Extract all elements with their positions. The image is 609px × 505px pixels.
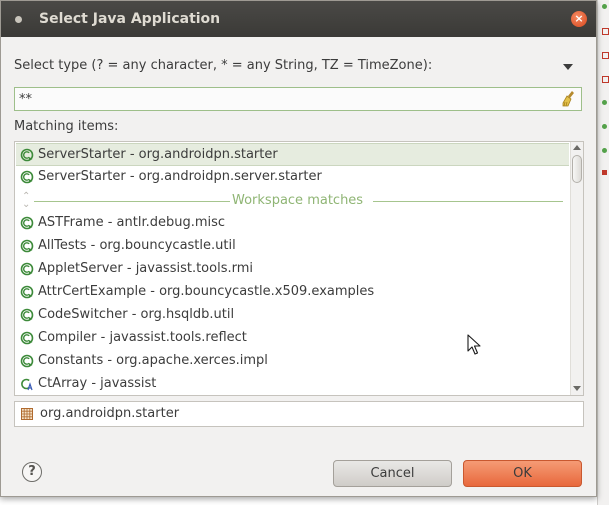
mouse-pointer-icon bbox=[467, 334, 481, 355]
runnable-class-icon bbox=[20, 148, 34, 162]
separator-line bbox=[34, 201, 230, 202]
matching-items-list[interactable]: ServerStarter - org.androidpn.starter Se… bbox=[14, 141, 584, 396]
runnable-class-icon bbox=[20, 308, 34, 322]
help-icon[interactable]: ? bbox=[22, 462, 42, 482]
list-item-label: Compiler - javassist.tools.reflect bbox=[38, 330, 247, 345]
scroll-thumb[interactable] bbox=[572, 155, 582, 183]
bg-marker bbox=[602, 124, 607, 129]
close-button[interactable]: × bbox=[571, 11, 587, 27]
list-item-workspace-4[interactable]: CodeSwitcher - org.hsqldb.util bbox=[16, 304, 569, 327]
workspace-matches-separator: ⌃ ⌄ Workspace matches bbox=[16, 190, 569, 212]
bg-marker bbox=[602, 100, 607, 105]
ok-button[interactable]: OK bbox=[463, 460, 582, 487]
list-item-label: AllTests - org.bouncycastle.util bbox=[38, 238, 236, 253]
view-menu-chevron-down-icon[interactable] bbox=[563, 64, 573, 70]
list-item-workspace-0[interactable]: ASTFrame - antlr.debug.misc bbox=[16, 212, 569, 235]
list-item-label: CtArray - javassist bbox=[38, 376, 157, 391]
package-icon bbox=[21, 408, 33, 420]
list-item-workspace-6[interactable]: Constants - org.apache.xerces.impl bbox=[16, 350, 569, 373]
separator-arrows-icon: ⌃ ⌄ bbox=[22, 191, 31, 210]
bg-marker bbox=[602, 76, 609, 83]
bg-marker bbox=[602, 28, 609, 35]
runnable-class-icon bbox=[20, 170, 34, 184]
list-item-history-1[interactable]: ServerStarter - org.androidpn.server.sta… bbox=[16, 166, 569, 189]
list-item-label: CodeSwitcher - org.hsqldb.util bbox=[38, 307, 235, 322]
list-item-label: ServerStarter - org.androidpn.server.sta… bbox=[38, 169, 322, 184]
runnable-class-icon bbox=[20, 239, 34, 253]
list-item-label: Constants - org.apache.xerces.impl bbox=[38, 353, 268, 368]
select-type-label: Select type (? = any character, * = any … bbox=[14, 58, 433, 73]
list-item-label: AttrCertExample - org.bouncycastle.x509.… bbox=[38, 284, 375, 299]
list-item-workspace-3[interactable]: AttrCertExample - org.bouncycastle.x509.… bbox=[16, 281, 569, 304]
bg-marker bbox=[602, 170, 607, 175]
bg-marker bbox=[602, 4, 607, 9]
list-item-label: ASTFrame - antlr.debug.misc bbox=[38, 215, 226, 230]
list-item-workspace-5[interactable]: Compiler - javassist.tools.reflect bbox=[16, 327, 569, 350]
list-item-label: ServerStarter - org.androidpn.starter bbox=[38, 147, 278, 162]
list-item-label: AppletServer - javassist.tools.rmi bbox=[38, 261, 254, 276]
title-bar[interactable]: Select Java Application × bbox=[1, 1, 596, 37]
separator-line bbox=[373, 201, 563, 202]
list-item-workspace-1[interactable]: AllTests - org.bouncycastle.util bbox=[16, 235, 569, 258]
bg-marker bbox=[602, 52, 609, 59]
scroll-up-arrow-icon[interactable] bbox=[573, 145, 581, 150]
matching-items-label: Matching items: bbox=[14, 119, 119, 134]
list-item-history-0[interactable]: ServerStarter - org.androidpn.starter bbox=[16, 143, 569, 166]
list-item-workspace-2[interactable]: AppletServer - javassist.tools.rmi bbox=[16, 258, 569, 281]
background-window-strip bbox=[597, 0, 609, 505]
package-name: org.androidpn.starter bbox=[40, 406, 180, 421]
filter-input[interactable] bbox=[19, 90, 549, 108]
scroll-down-arrow-icon[interactable] bbox=[573, 386, 581, 391]
bg-marker bbox=[602, 148, 607, 153]
separator-label: Workspace matches bbox=[232, 193, 364, 208]
list-item-workspace-7[interactable]: CtArray - javassist bbox=[16, 373, 569, 395]
dialog-title: Select Java Application bbox=[39, 11, 221, 27]
filter-field[interactable] bbox=[14, 87, 582, 111]
list-scrollbar[interactable] bbox=[570, 142, 583, 395]
runnable-class-icon bbox=[20, 331, 34, 345]
runnable-class-icon bbox=[20, 216, 34, 230]
runnable-class-icon bbox=[20, 262, 34, 276]
package-field: org.androidpn.starter bbox=[14, 401, 584, 427]
runnable-class-icon bbox=[20, 354, 34, 368]
window-menu-icon[interactable] bbox=[15, 16, 22, 23]
abstract-class-icon bbox=[21, 378, 33, 391]
runnable-class-icon bbox=[20, 285, 34, 299]
select-java-application-dialog: Select Java Application × Select type (?… bbox=[0, 0, 597, 497]
cancel-button[interactable]: Cancel bbox=[333, 460, 452, 487]
broom-clear-icon[interactable] bbox=[561, 90, 577, 108]
